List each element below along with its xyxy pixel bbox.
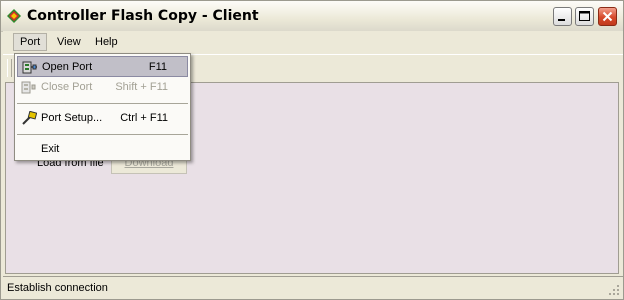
maximize-icon (579, 11, 590, 21)
status-bar: Establish connection (3, 276, 623, 299)
open-port-label: Open Port (42, 61, 93, 73)
exit-label: Exit (41, 143, 60, 155)
window-title: Controller Flash Copy - Client (27, 8, 259, 24)
setup-icon (22, 111, 37, 125)
close-icon (602, 11, 613, 22)
open-port-shortcut: F11 (148, 61, 167, 73)
title-bar[interactable]: Controller Flash Copy - Client (1, 1, 623, 32)
minimize-button[interactable] (553, 7, 572, 26)
close-port-shortcut: Shift + F11 (115, 81, 168, 93)
close-port-label: Close Port (41, 81, 93, 93)
menu-view[interactable]: View (51, 33, 87, 51)
connect-icon (22, 61, 37, 74)
menu-help[interactable]: Help (89, 33, 124, 51)
menu-separator (17, 103, 188, 104)
menu-port[interactable]: Port (13, 33, 48, 51)
maximize-button[interactable] (575, 7, 594, 26)
menu-item-open-port[interactable]: Open Port F11 (17, 56, 188, 77)
resize-grip-icon[interactable] (608, 284, 620, 296)
close-button[interactable] (598, 7, 617, 26)
status-text: Establish connection (7, 282, 108, 294)
disconnect-icon (21, 81, 36, 94)
port-setup-shortcut: Ctrl + F11 (120, 112, 168, 124)
app-window: Controller Flash Copy - Client Port View… (0, 0, 624, 300)
menu-bar: Port View Help (3, 31, 623, 53)
menu-item-port-setup[interactable]: Port Setup... Ctrl + F11 (17, 108, 188, 129)
port-menu-dropdown: Open Port F11 Close Port Shift + F11 Por… (14, 53, 191, 161)
menu-separator (17, 134, 188, 135)
toolbar-grip[interactable] (7, 59, 12, 77)
minimize-icon (558, 19, 565, 21)
port-setup-label: Port Setup... (41, 112, 103, 124)
menu-item-exit[interactable]: Exit (17, 139, 188, 160)
menu-item-close-port[interactable]: Close Port Shift + F11 (17, 77, 188, 98)
app-icon (7, 9, 21, 23)
